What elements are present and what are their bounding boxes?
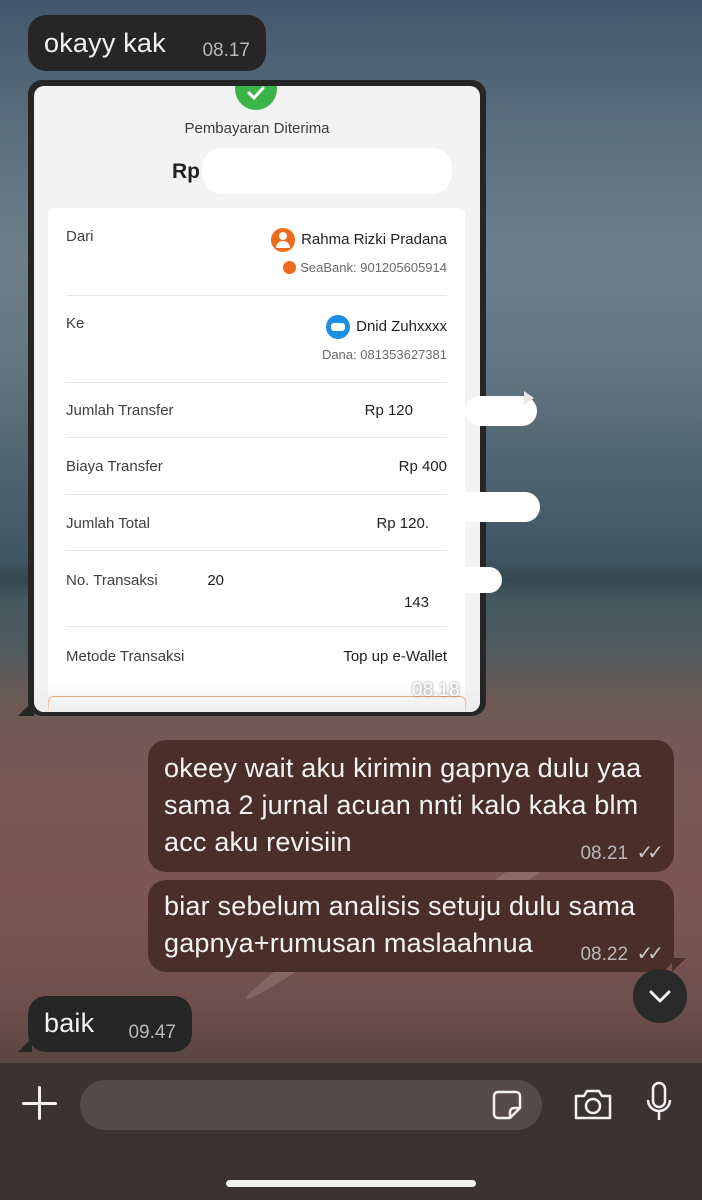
trx-value-start: 20 bbox=[207, 572, 224, 589]
fee-label: Biaya Transfer bbox=[66, 458, 163, 475]
double-check-icon: ✓✓ bbox=[636, 943, 663, 965]
message-text: baik bbox=[44, 1008, 95, 1038]
microphone-icon[interactable] bbox=[644, 1080, 674, 1124]
from-account: SeaBank: 901205605914 bbox=[300, 260, 447, 275]
transfer-label: Jumlah Transfer bbox=[66, 402, 174, 419]
double-check-icon: ✓✓ bbox=[636, 842, 663, 864]
bubble-tail bbox=[18, 700, 34, 716]
redaction-blur bbox=[258, 567, 502, 593]
transfer-value: Rp 120 bbox=[364, 402, 413, 419]
row-to: Ke Dnid Zuhxxxx Dana: 081353627381 bbox=[66, 315, 447, 375]
message-time: 08.22 bbox=[580, 944, 629, 965]
trx-value-end: 143 bbox=[403, 594, 429, 611]
fee-value: Rp 400 bbox=[398, 458, 447, 475]
row-method: Metode Transaksi Top up e-Wallet bbox=[66, 648, 447, 668]
row-transfer: Jumlah Transfer Rp 120 bbox=[66, 402, 447, 422]
chevron-down-icon bbox=[649, 990, 671, 1003]
to-name-wrap: Dnid Zuhxxxx bbox=[326, 315, 447, 339]
bubble-tail bbox=[18, 1038, 32, 1052]
from-name: Rahma Rizki Pradana bbox=[301, 230, 447, 248]
incoming-message[interactable]: baik 09.47 bbox=[28, 996, 192, 1052]
message-meta: 08.21 ✓✓ bbox=[580, 840, 663, 865]
row-from: Dari Rahma Rizki Pradana SeaBank: 901205… bbox=[66, 228, 447, 288]
divider bbox=[66, 437, 447, 438]
camera-icon[interactable] bbox=[572, 1084, 614, 1124]
sticker-icon[interactable] bbox=[490, 1088, 524, 1122]
home-indicator bbox=[226, 1180, 476, 1187]
receipt-details-card: Dari Rahma Rizki Pradana SeaBank: 901205… bbox=[48, 208, 465, 712]
divider bbox=[66, 295, 447, 296]
message-time: 08.17 bbox=[202, 40, 250, 61]
from-name-wrap: Rahma Rizki Pradana bbox=[271, 228, 447, 252]
redaction-blur bbox=[202, 148, 452, 194]
message-time: 09.47 bbox=[128, 1022, 176, 1043]
receipt-screenshot[interactable]: Pembayaran Diterima Rp Dari Rahma Rizki … bbox=[34, 86, 480, 712]
divider bbox=[66, 382, 447, 383]
method-label: Metode Transaksi bbox=[66, 648, 185, 665]
incoming-message[interactable]: okayy kak 08.17 bbox=[28, 15, 266, 71]
outgoing-message[interactable]: okeey wait aku kirimin gapnya dulu yaa s… bbox=[148, 740, 674, 872]
to-account: Dana: 081353627381 bbox=[321, 347, 447, 362]
method-value: Top up e-Wallet bbox=[343, 648, 447, 665]
row-total: Jumlah Total Rp 120. bbox=[66, 515, 447, 535]
trx-label: No. Transaksi bbox=[66, 572, 158, 589]
seabank-icon bbox=[283, 261, 297, 274]
total-label: Jumlah Total bbox=[66, 515, 150, 532]
dana-wallet-icon bbox=[326, 315, 351, 339]
outgoing-message[interactable]: biar sebelum analisis setuju dulu sama g… bbox=[148, 880, 674, 972]
total-value: Rp 120. bbox=[376, 515, 429, 532]
divider bbox=[66, 550, 447, 551]
receipt-amount: Rp bbox=[172, 160, 200, 183]
to-name: Dnid Zuhxxxx bbox=[356, 317, 447, 335]
scroll-down-button[interactable] bbox=[633, 969, 687, 1023]
user-icon bbox=[271, 228, 296, 252]
divider bbox=[66, 494, 447, 495]
message-time: 08.21 bbox=[580, 843, 629, 864]
divider bbox=[66, 626, 447, 627]
row-fee: Biaya Transfer Rp 400 bbox=[66, 458, 447, 478]
receipt-title: Pembayaran Diterima bbox=[184, 120, 330, 137]
message-input[interactable] bbox=[80, 1080, 542, 1130]
forward-icon[interactable] bbox=[518, 387, 540, 409]
to-label: Ke bbox=[66, 315, 85, 332]
message-meta: 08.22 ✓✓ bbox=[580, 941, 663, 966]
from-account-wrap: SeaBank: 901205605914 bbox=[283, 260, 447, 275]
redaction-blur bbox=[448, 492, 540, 522]
message-text: okayy kak bbox=[44, 28, 166, 58]
attach-plus-button[interactable] bbox=[20, 1084, 60, 1124]
check-icon bbox=[235, 86, 277, 110]
image-time: 08.18 bbox=[412, 680, 460, 701]
from-label: Dari bbox=[66, 228, 94, 245]
